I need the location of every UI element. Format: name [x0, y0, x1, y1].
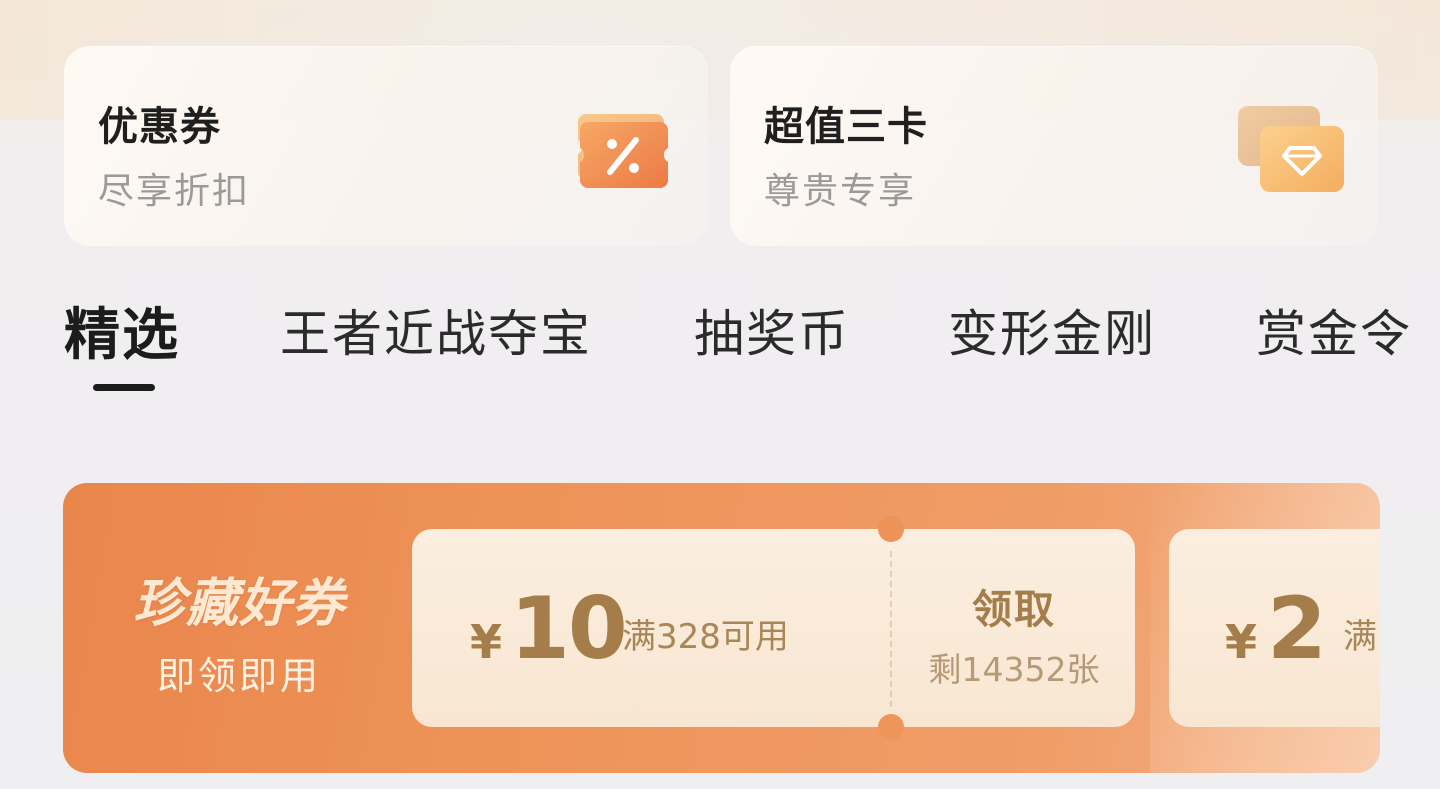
active-tab-indicator	[93, 384, 155, 391]
remaining-count: 剩14352张	[928, 650, 1100, 689]
coupon-amount: 10	[510, 579, 628, 679]
tab-honor-melee-treasure[interactable]: 王者近战夺宝	[280, 294, 592, 366]
currency-symbol: ¥	[1225, 615, 1258, 669]
tab-lottery-coin[interactable]: 抽奖币	[694, 294, 850, 366]
claim-button[interactable]: 领取	[910, 577, 1118, 635]
coupon-percent-icon	[576, 106, 672, 196]
banner-title: 珍藏好券	[132, 574, 345, 634]
card-title: 超值三卡	[764, 104, 928, 150]
currency-symbol: ¥	[470, 615, 503, 669]
coupon-card[interactable]: ¥ 2 满	[1169, 529, 1380, 727]
card-subtitle: 尽享折扣	[98, 171, 251, 212]
diamond-cards-icon	[1236, 102, 1348, 198]
coupon-notch	[878, 516, 904, 542]
coupon-amount: 2	[1267, 579, 1327, 679]
featured-coupons-banner: 珍藏好券 即领即用 ¥ 10 满328可用 领取 剩14352张 ¥ 2 满	[63, 483, 1380, 773]
coupon-notch	[878, 714, 904, 740]
coupon-condition: 满328可用	[622, 617, 789, 657]
card-subtitle: 尊贵专享	[764, 171, 917, 212]
category-tabs: 精选 王者近战夺宝 抽奖币 变形金刚 赏金令	[0, 280, 1440, 400]
coupon-divider	[890, 551, 892, 707]
tab-selected[interactable]: 精选	[64, 290, 180, 371]
coupon-entry-card[interactable]: 优惠券 尽享折扣	[64, 46, 708, 246]
coupon-card[interactable]: ¥ 10 满328可用 领取 剩14352张	[412, 516, 1135, 740]
coupon-condition: 满	[1343, 617, 1377, 657]
banner-subtitle: 即领即用	[156, 654, 321, 698]
triple-card-entry-card[interactable]: 超值三卡 尊贵专享	[730, 46, 1378, 246]
tab-transformers[interactable]: 变形金刚	[948, 294, 1156, 366]
tab-bounty-order[interactable]: 赏金令	[1256, 294, 1412, 366]
card-title: 优惠券	[98, 104, 221, 150]
